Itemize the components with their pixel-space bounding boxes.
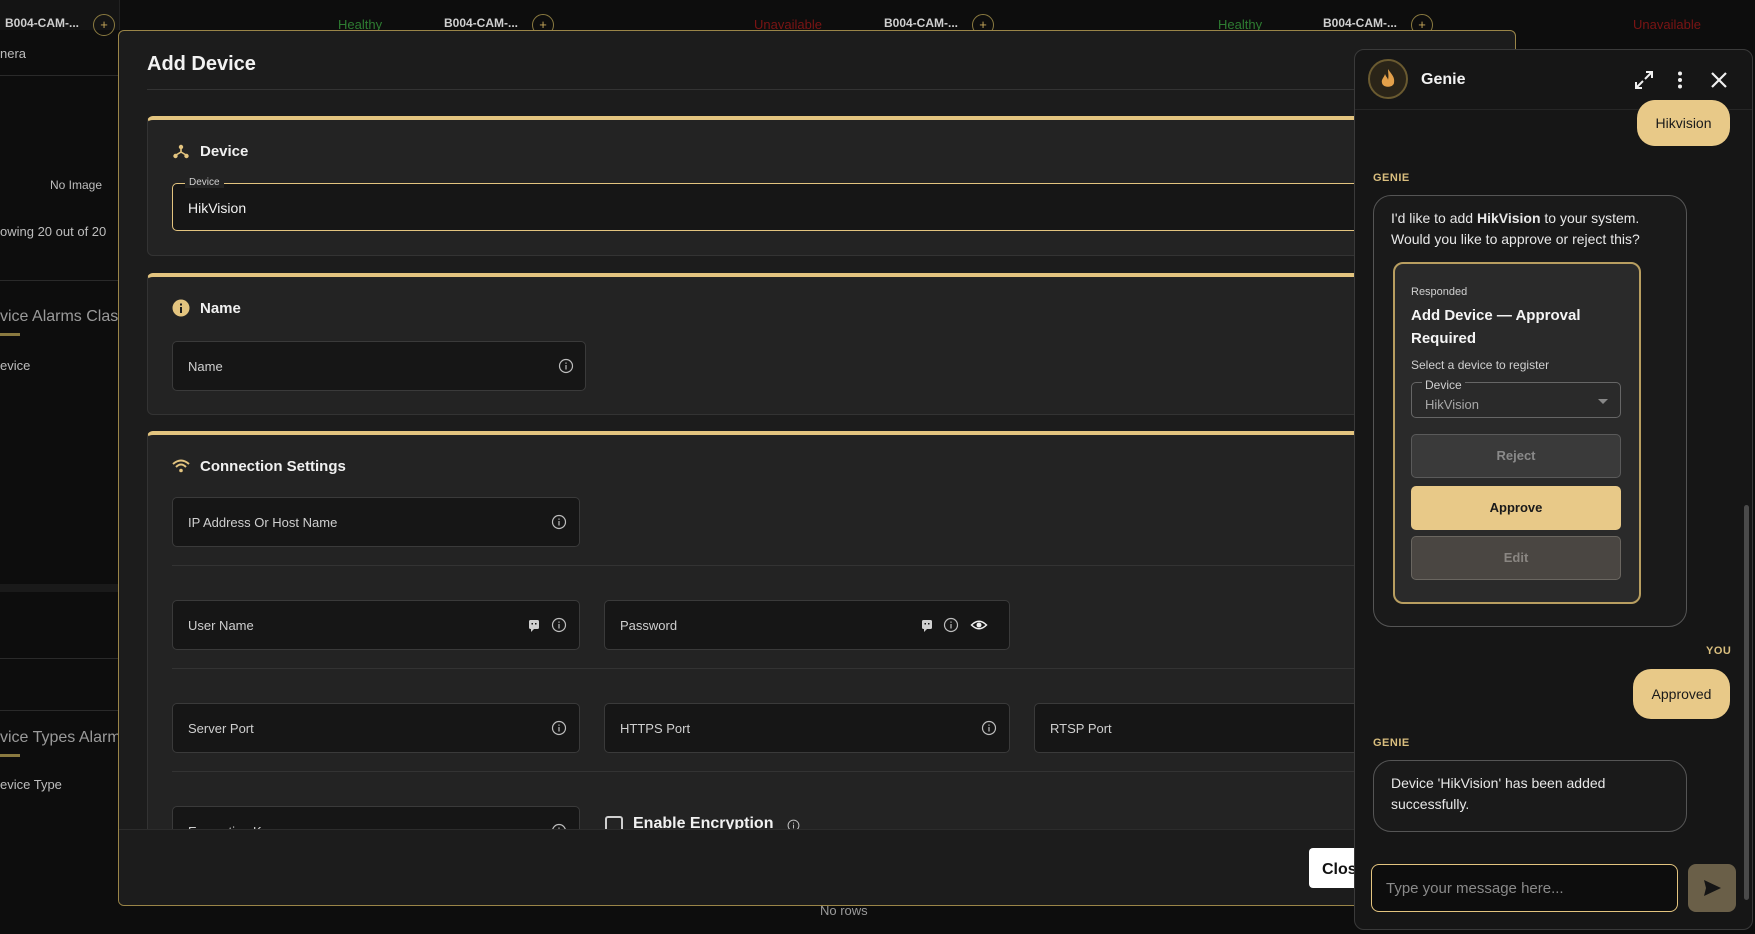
expand-icon[interactable]: [1633, 69, 1655, 91]
password-field[interactable]: Password: [604, 600, 1010, 650]
username-field[interactable]: User Name: [172, 600, 580, 650]
server-port-label: Server Port: [188, 721, 254, 736]
camera-name: B004-CAM-...: [5, 16, 80, 30]
genie-logo: [1368, 59, 1408, 99]
divider: [0, 280, 118, 281]
divider: [172, 668, 1515, 669]
divider: [0, 75, 118, 76]
divider: [0, 658, 118, 659]
device-select[interactable]: Device HikVision: [172, 177, 1515, 231]
add-device-modal: Add Device Device Device HikVision Name …: [118, 30, 1516, 906]
add-icon[interactable]: +: [93, 14, 115, 36]
flame-icon: [1381, 69, 1395, 87]
device-section: Device Device HikVision: [147, 116, 1515, 256]
rtsp-port-label: RTSP Port: [1050, 721, 1112, 736]
chat-title: Genie: [1421, 71, 1466, 88]
password-label: Password: [620, 618, 678, 633]
bot-message: I'd like to add HikVision to your system…: [1373, 195, 1687, 627]
showing-count: owing 20 out of 20: [0, 224, 107, 239]
camera-name: B004-CAM-...: [444, 16, 519, 30]
ip-address-label: IP Address Or Host Name: [188, 515, 338, 530]
device-value: HikVision: [188, 200, 247, 216]
modal-footer: Clos: [119, 829, 1515, 905]
close-icon[interactable]: [1708, 69, 1730, 91]
show-password-icon[interactable]: [970, 616, 988, 634]
tab-indicator: [0, 754, 20, 757]
ip-address-field[interactable]: IP Address Or Host Name: [172, 497, 580, 547]
approve-button[interactable]: Approve: [1411, 486, 1621, 530]
select-legend: Device: [1422, 375, 1465, 396]
name-label: Name: [188, 359, 223, 374]
info-icon[interactable]: [942, 616, 960, 634]
no-image-text: No Image: [50, 178, 103, 192]
genie-chat-panel: Genie Hikvision GENIE I'd like to add Hi…: [1354, 49, 1753, 930]
info-icon: [172, 299, 190, 317]
message-text: I'd like to add: [1391, 210, 1477, 226]
device-column-label: evice: [0, 358, 31, 373]
dropdown-arrow-icon: [1598, 399, 1608, 404]
section-title: Name: [200, 299, 241, 317]
sender-label: GENIE: [1373, 737, 1410, 749]
info-icon[interactable]: [550, 513, 568, 531]
section-title: Device: [200, 142, 249, 160]
https-port-label: HTTPS Port: [620, 721, 691, 736]
info-icon[interactable]: [550, 719, 568, 737]
types-alarm-heading: vice Types Alarm: [0, 729, 121, 746]
user-message: Approved: [1633, 669, 1730, 719]
password-manager-icon[interactable]: [525, 616, 543, 634]
name-field[interactable]: Name: [172, 341, 586, 391]
chat-input-wrapper: [1371, 864, 1678, 912]
status-text: Unavailable: [1633, 17, 1701, 32]
alarms-class-heading: vice Alarms Class: [0, 308, 127, 325]
divider: [0, 584, 118, 592]
name-section: Name Name: [147, 273, 1515, 415]
chat-scrollbar[interactable]: [1744, 505, 1749, 900]
info-icon[interactable]: [980, 719, 998, 737]
tab-indicator: [0, 333, 20, 336]
message-text: Device 'HikVision' has been added succes…: [1391, 775, 1606, 812]
card-status: Responded: [1411, 286, 1468, 298]
field-legend: Device: [185, 177, 224, 188]
camera-name: B004-CAM-...: [884, 16, 959, 30]
info-icon[interactable]: [557, 357, 575, 375]
card-title: Add Device — Approval Required: [1411, 307, 1581, 347]
select-value: HikVision: [1425, 397, 1479, 412]
camera-type-text: nera: [0, 46, 27, 61]
user-message: Hikvision: [1637, 100, 1730, 146]
more-options-icon[interactable]: [1669, 69, 1691, 91]
section-title: Connection Settings: [200, 457, 346, 475]
sender-label: YOU: [1706, 645, 1732, 657]
https-port-field[interactable]: HTTPS Port: [604, 703, 1010, 753]
divider: [0, 710, 118, 711]
bot-message: Device 'HikVision' has been added succes…: [1373, 760, 1687, 832]
send-icon: [1704, 880, 1721, 896]
sender-label: GENIE: [1373, 172, 1410, 184]
device-hub-icon: [173, 144, 189, 159]
camera-name: B004-CAM-...: [1323, 16, 1398, 30]
message-bold-text: HikVision: [1476, 210, 1541, 226]
server-port-field[interactable]: Server Port: [172, 703, 580, 753]
bot-message-text: I'd like to add HikVision to your system…: [1391, 208, 1661, 250]
wifi-icon: [172, 459, 190, 473]
edit-button[interactable]: Edit: [1411, 536, 1621, 580]
password-manager-icon[interactable]: [918, 616, 936, 634]
info-icon[interactable]: [550, 616, 568, 634]
username-label: User Name: [188, 618, 254, 633]
approval-card: Responded Add Device — Approval Required…: [1393, 262, 1641, 604]
divider: [172, 771, 1515, 772]
divider: [147, 89, 1515, 90]
card-subtitle: Select a device to register: [1411, 358, 1550, 372]
device-type-column-label: evice Type: [0, 777, 62, 792]
reject-button[interactable]: Reject: [1411, 434, 1621, 478]
divider: [172, 565, 1515, 566]
chat-input[interactable]: [1372, 865, 1677, 911]
send-button[interactable]: [1688, 864, 1736, 912]
device-select[interactable]: Device HikVision: [1411, 375, 1621, 418]
modal-title: Add Device: [147, 53, 256, 75]
